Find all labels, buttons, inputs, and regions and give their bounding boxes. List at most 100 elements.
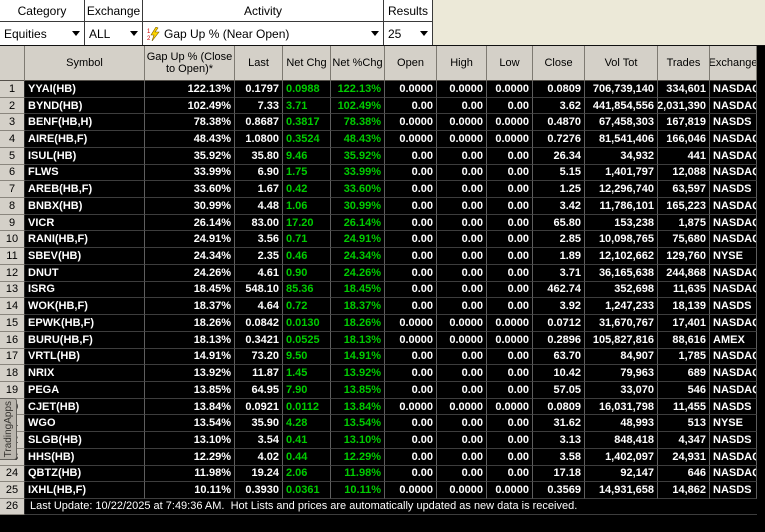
cell-gap: 122.13%: [145, 81, 235, 98]
column-header-low[interactable]: Low: [487, 46, 533, 81]
trading-apps-tab-label: TradingApps: [2, 400, 14, 458]
cell-last: 64.95: [235, 381, 283, 399]
cell-open: 0.0000: [385, 398, 437, 416]
cell-netchg: 0.72: [283, 298, 331, 316]
cell-last: 83.00: [235, 214, 283, 232]
table-row[interactable]: 5 ISUL(HB) 35.92% 35.80 9.46 35.92% 0.00…: [0, 147, 757, 165]
cell-trades: 165,223: [658, 198, 710, 215]
cell-voltot: 441,854,556: [585, 97, 658, 115]
cell-gap: 18.37%: [145, 298, 235, 316]
cell-low: 0.0000: [487, 398, 533, 416]
column-header-voltot[interactable]: Vol Tot: [585, 46, 658, 81]
cell-last: 1.67: [235, 181, 283, 199]
category-group: Category Equities: [0, 0, 85, 45]
toolbar-spacer: [433, 0, 765, 45]
table-row[interactable]: 25 IXHL(HB,F) 10.11% 0.3930 0.0361 10.11…: [0, 482, 757, 499]
exchange-select[interactable]: ALL: [85, 22, 142, 45]
cell-exchange: NASDAQ: [710, 198, 757, 215]
column-header-trades[interactable]: Trades: [658, 46, 710, 81]
cell-close: 10.42: [533, 365, 585, 382]
column-header-open[interactable]: Open: [385, 46, 437, 81]
cell-voltot: 11,786,101: [585, 198, 658, 215]
table-row[interactable]: 2 BYND(HB) 102.49% 7.33 3.71 102.49% 0.0…: [0, 97, 757, 115]
column-header-last[interactable]: Last: [235, 46, 283, 81]
cell-low: 0.0000: [487, 482, 533, 499]
cell-netpct: 14.91%: [331, 348, 385, 366]
column-header-gap[interactable]: Gap Up % (Close to Open)*: [145, 46, 235, 81]
cell-symbol: YYAI(HB): [25, 81, 145, 98]
cell-gap: 13.92%: [145, 365, 235, 382]
table-row[interactable]: 16 BURU(HB,F) 18.13% 0.3421 0.0525 18.13…: [0, 331, 757, 349]
cell-close: 2.85: [533, 231, 585, 249]
table-row[interactable]: 10 RANI(HB,F) 24.91% 3.56 0.71 24.91% 0.…: [0, 231, 757, 249]
cell-close: 0.0809: [533, 398, 585, 416]
table-row[interactable]: 7 AREB(HB,F) 33.60% 1.67 0.42 33.60% 0.0…: [0, 181, 757, 199]
cell-low: 0.0000: [487, 331, 533, 349]
table-row[interactable]: 13 ISRG 18.45% 548.10 85.36 18.45% 0.00 …: [0, 281, 757, 299]
row-number: 10: [0, 231, 25, 249]
table-row[interactable]: 24 QBTZ(HB) 11.98% 19.24 2.06 11.98% 0.0…: [0, 465, 757, 483]
column-header-symbol[interactable]: Symbol: [25, 46, 145, 81]
table-row[interactable]: 4 AIRE(HB,F) 48.43% 1.0800 0.3524 48.43%…: [0, 131, 757, 148]
column-header-netchg[interactable]: Net Chg: [283, 46, 331, 81]
table-row[interactable]: 12 DNUT 24.26% 4.61 0.90 24.26% 0.00 0.0…: [0, 264, 757, 282]
cell-trades: 689: [658, 365, 710, 382]
table-row[interactable]: 18 NRIX 13.92% 11.87 1.45 13.92% 0.00 0.…: [0, 365, 757, 382]
table-row[interactable]: 23 HHS(HB) 12.29% 4.02 0.44 12.29% 0.00 …: [0, 448, 757, 466]
activity-select[interactable]: 1 2 Gap Up % (Near Open): [143, 22, 383, 45]
table-row[interactable]: 11 SBEV(HB) 24.34% 2.35 0.46 24.34% 0.00…: [0, 248, 757, 265]
cell-low: 0.00: [487, 147, 533, 165]
cell-netchg: 0.41: [283, 432, 331, 449]
cell-gap: 10.11%: [145, 482, 235, 499]
cell-open: 0.00: [385, 448, 437, 466]
table-row[interactable]: 3 BENF(HB,H) 78.38% 0.8687 0.3817 78.38%…: [0, 114, 757, 132]
table-row[interactable]: 14 WOK(HB,F) 18.37% 4.64 0.72 18.37% 0.0…: [0, 298, 757, 316]
table-row[interactable]: 9 VICR 26.14% 83.00 17.20 26.14% 0.00 0.…: [0, 214, 757, 232]
cell-voltot: 12,102,662: [585, 248, 658, 265]
cell-open: 0.00: [385, 181, 437, 199]
table-row[interactable]: 15 EPWK(HB,F) 18.26% 0.0842 0.0130 18.26…: [0, 315, 757, 332]
cell-voltot: 1,401,797: [585, 164, 658, 182]
cell-high: 0.0000: [437, 482, 487, 499]
table-row[interactable]: 1 YYAI(HB) 122.13% 0.1797 0.0988 122.13%…: [0, 81, 757, 98]
cell-last: 0.1797: [235, 81, 283, 98]
table-row[interactable]: 17 VRTL(HB) 14.91% 73.20 9.50 14.91% 0.0…: [0, 348, 757, 366]
results-select[interactable]: 25: [384, 22, 432, 45]
cell-last: 4.64: [235, 298, 283, 316]
cell-close: 3.13: [533, 432, 585, 449]
cell-netchg: 0.0525: [283, 331, 331, 349]
cell-high: 0.00: [437, 298, 487, 316]
cell-trades: 88,616: [658, 331, 710, 349]
cell-netpct: 18.13%: [331, 331, 385, 349]
cell-trades: 1,785: [658, 348, 710, 366]
cell-low: 0.00: [487, 415, 533, 433]
cell-exchange: NASDS: [710, 298, 757, 316]
table-row[interactable]: 19 PEGA 13.85% 64.95 7.90 13.85% 0.00 0.…: [0, 381, 757, 399]
table-row[interactable]: 8 BNBX(HB) 30.99% 4.48 1.06 30.99% 0.00 …: [0, 198, 757, 215]
results-label: Results: [384, 0, 432, 22]
cell-high: 0.0000: [437, 315, 487, 332]
column-header-close[interactable]: Close: [533, 46, 585, 81]
table-row[interactable]: 6 FLWS 33.99% 6.90 1.75 33.99% 0.00 0.00…: [0, 164, 757, 182]
cell-gap: 78.38%: [145, 114, 235, 132]
cell-netpct: 13.84%: [331, 398, 385, 416]
cell-netchg: 17.20: [283, 214, 331, 232]
cell-open: 0.0000: [385, 315, 437, 332]
category-select[interactable]: Equities: [0, 22, 84, 45]
cell-exchange: NASDS: [710, 181, 757, 199]
column-header-exchange[interactable]: Exchange: [710, 46, 757, 81]
column-header-netpct[interactable]: Net %Chg: [331, 46, 385, 81]
cell-voltot: 92,147: [585, 465, 658, 483]
row-number: 13: [0, 281, 25, 299]
table-row[interactable]: 20 CJET(HB) 13.84% 0.0921 0.0112 13.84% …: [0, 398, 757, 416]
cell-trades: 441: [658, 147, 710, 165]
cell-low: 0.00: [487, 365, 533, 382]
trading-apps-tab[interactable]: TradingApps: [0, 398, 17, 460]
table-row[interactable]: 22 SLGB(HB) 13.10% 3.54 0.41 13.10% 0.00…: [0, 432, 757, 449]
row-number: 6: [0, 164, 25, 182]
cell-trades: 334,601: [658, 81, 710, 98]
cell-open: 0.00: [385, 365, 437, 382]
table-row[interactable]: 21 WGO 13.54% 35.90 4.28 13.54% 0.00 0.0…: [0, 415, 757, 433]
column-header-high[interactable]: High: [437, 46, 487, 81]
chevron-down-icon: [420, 31, 428, 36]
